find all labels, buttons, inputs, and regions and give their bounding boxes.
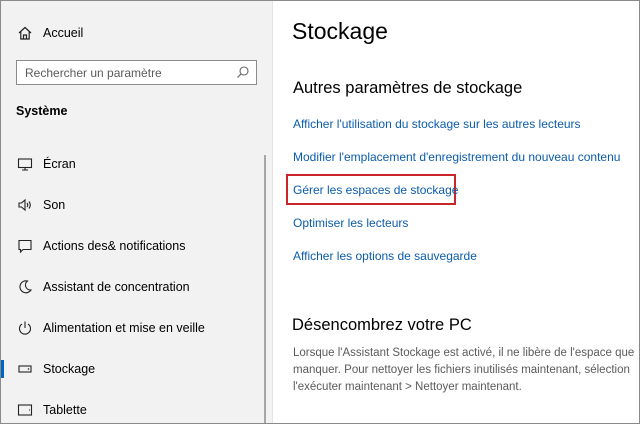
description-line: manquer. Pour nettoyer les fichiers inut…: [293, 364, 630, 376]
page-title: Stockage: [292, 18, 388, 44]
sidebar-item-alimentation[interactable]: Alimentation et mise en veille: [1, 307, 263, 348]
search-box: [16, 60, 257, 85]
storage-sense-description: Lorsque l'Assistant Stockage est activé,…: [293, 345, 639, 396]
sidebar-item-label: Stockage: [43, 361, 96, 376]
section-title-free-up-space: Désencombrez votre PC: [292, 316, 472, 334]
link-manage-storage-spaces[interactable]: Gérer les espaces de stockage: [293, 183, 458, 197]
home-nav-item[interactable]: Accueil: [15, 23, 83, 43]
sidebar-group-title: Système: [16, 104, 68, 118]
sidebar-scrollbar[interactable]: [264, 155, 266, 423]
link-optimize-drives[interactable]: Optimiser les lecteurs: [293, 216, 408, 230]
sidebar-item-label: Actions des& notifications: [43, 238, 186, 253]
tablet-icon: [16, 401, 34, 419]
sidebar-item-notifications[interactable]: Actions des& notifications: [1, 225, 263, 266]
sidebar-item-label: Son: [43, 197, 66, 212]
search-icon[interactable]: [236, 65, 250, 79]
sidebar-item-son[interactable]: Son: [1, 184, 263, 225]
description-line: Lorsque l'Assistant Stockage est activé,…: [293, 347, 635, 359]
home-label: Accueil: [43, 26, 84, 40]
sidebar: Accueil Système Écran Son: [1, 1, 273, 423]
moon-icon: [16, 278, 34, 296]
search-input[interactable]: [17, 61, 237, 84]
sidebar-item-concentration[interactable]: Assistant de concentration: [1, 266, 263, 307]
sidebar-nav: Écran Son Actions des& notifications Ass…: [1, 143, 263, 423]
sidebar-item-stockage[interactable]: Stockage: [1, 348, 263, 389]
link-backup-options[interactable]: Afficher les options de sauvegarde: [293, 249, 477, 263]
link-change-save-location[interactable]: Modifier l'emplacement d'enregistrement …: [293, 150, 620, 164]
monitor-icon: [16, 155, 34, 173]
link-view-storage-other-drives[interactable]: Afficher l'utilisation du stockage sur l…: [293, 117, 581, 131]
main-content: Stockage Autres paramètres de stockage A…: [273, 1, 639, 423]
storage-icon: [16, 360, 34, 378]
section-title-other-storage-settings: Autres paramètres de stockage: [293, 79, 523, 97]
settings-window: Accueil Système Écran Son: [0, 0, 640, 424]
sidebar-item-label: Assistant de concentration: [43, 279, 190, 294]
sidebar-item-label: Tablette: [43, 402, 87, 417]
sidebar-item-ecran[interactable]: Écran: [1, 143, 263, 184]
home-icon: [15, 23, 35, 43]
sidebar-item-label: Alimentation et mise en veille: [43, 320, 205, 335]
sidebar-item-tablette[interactable]: Tablette: [1, 389, 263, 423]
description-line: l'exécuter maintenant > Nettoyer mainten…: [293, 381, 522, 393]
speaker-icon: [16, 196, 34, 214]
power-icon: [16, 319, 34, 337]
sidebar-item-label: Écran: [43, 156, 76, 171]
notification-icon: [16, 237, 34, 255]
